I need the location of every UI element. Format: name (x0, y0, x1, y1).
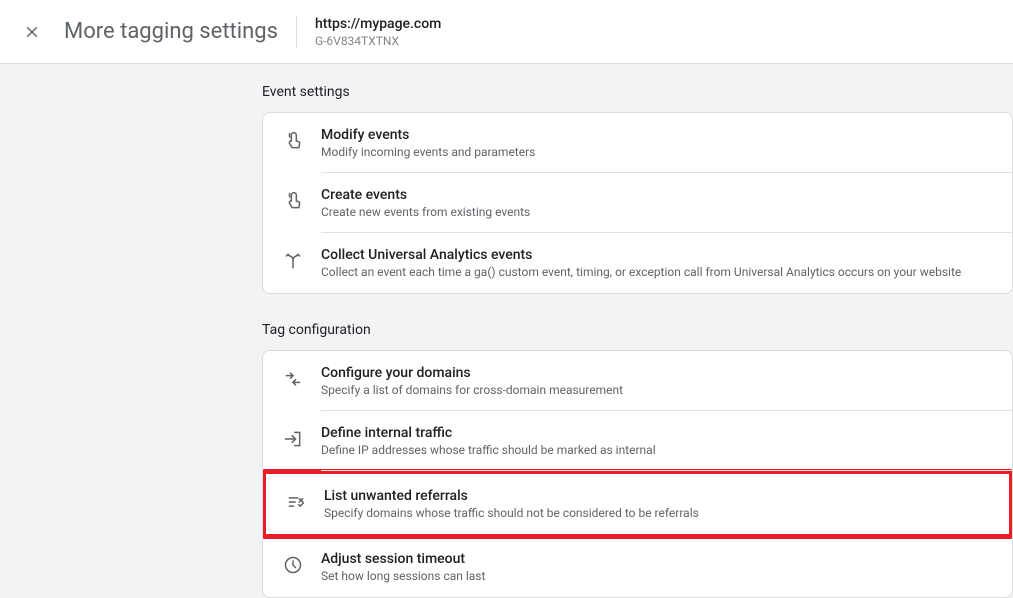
item-title: Adjust session timeout (321, 551, 994, 567)
touch-icon (281, 129, 305, 153)
define-internal-traffic-item[interactable]: Define internal traffic Define IP addres… (263, 411, 1012, 471)
split-icon (281, 249, 305, 273)
property-url: https://mypage.com (315, 16, 441, 32)
header-info: https://mypage.com G-6V834TXTNX (315, 16, 441, 48)
item-title: Collect Universal Analytics events (321, 247, 994, 263)
page-title: More tagging settings (64, 19, 278, 44)
filter-list-icon (284, 490, 308, 514)
item-desc: Specify a list of domains for cross-doma… (321, 383, 994, 397)
event-settings-label: Event settings (262, 84, 1013, 100)
item-desc: Specify domains whose traffic should not… (324, 506, 991, 520)
modify-events-item[interactable]: Modify events Modify incoming events and… (263, 113, 1012, 173)
adjust-session-timeout-item[interactable]: Adjust session timeout Set how long sess… (263, 537, 1012, 597)
clock-icon (281, 553, 305, 577)
create-events-item[interactable]: Create events Create new events from exi… (263, 173, 1012, 233)
header-divider (296, 16, 297, 48)
arrows-merge-icon (281, 367, 305, 391)
item-title: Define internal traffic (321, 425, 994, 441)
configure-domains-item[interactable]: Configure your domains Specify a list of… (263, 351, 1012, 411)
item-title: Modify events (321, 127, 994, 143)
tag-config-card: Configure your domains Specify a list of… (262, 350, 1013, 598)
item-title: Create events (321, 187, 994, 203)
tag-config-label: Tag configuration (262, 322, 1013, 338)
item-desc: Modify incoming events and parameters (321, 145, 994, 159)
highlighted-item: List unwanted referrals Specify domains … (262, 469, 1013, 539)
collect-ua-events-item[interactable]: Collect Universal Analytics events Colle… (263, 233, 1012, 293)
content-area: Event settings Modify events Modify inco… (0, 64, 1013, 598)
tag-id: G-6V834TXTNX (315, 34, 441, 48)
item-title: List unwanted referrals (324, 488, 991, 504)
item-desc: Collect an event each time a ga() custom… (321, 265, 994, 279)
header: More tagging settings https://mypage.com… (0, 0, 1013, 64)
close-button[interactable] (20, 20, 44, 44)
item-desc: Define IP addresses whose traffic should… (321, 443, 994, 457)
touch-icon (281, 189, 305, 213)
event-settings-card: Modify events Modify incoming events and… (262, 112, 1013, 294)
item-desc: Create new events from existing events (321, 205, 994, 219)
close-icon (25, 25, 39, 39)
list-unwanted-referrals-item[interactable]: List unwanted referrals Specify domains … (266, 474, 1009, 534)
item-title: Configure your domains (321, 365, 994, 381)
enter-icon (281, 427, 305, 451)
